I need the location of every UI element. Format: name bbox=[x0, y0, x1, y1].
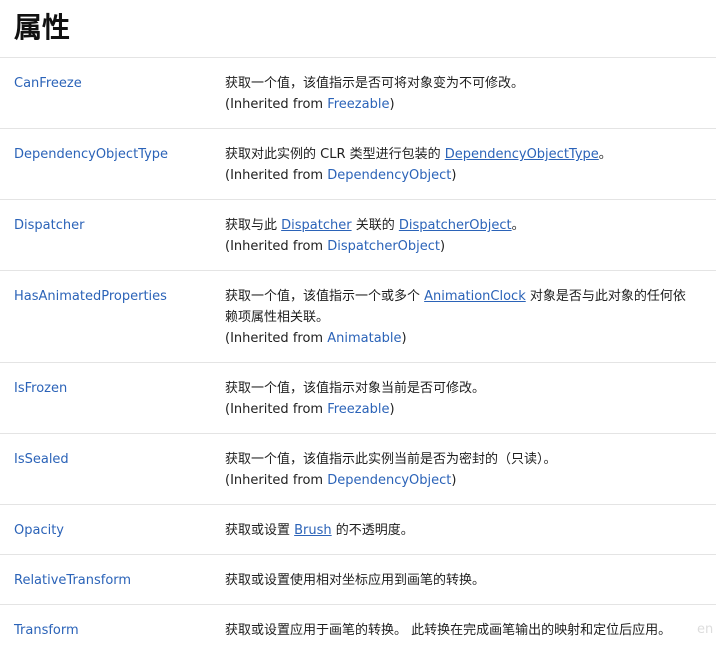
description-text: 获取或设置应用于画笔的转换。 此转换在完成画笔输出的映射和定位后应用。 bbox=[225, 623, 672, 638]
description-text: 获取或设置使用相对坐标应用到画笔的转换。 bbox=[225, 573, 486, 588]
property-link-dependencyobjecttype[interactable]: DependencyObjectType bbox=[14, 144, 168, 165]
description-text: 赖项属性相关联。 bbox=[225, 310, 330, 325]
table-row: IsSealed 获取一个值，该值指示此实例当前是否为密封的（只读）。 (Inh… bbox=[0, 433, 716, 504]
property-description: 获取一个值，该值指示此实例当前是否为密封的（只读）。 (Inherited fr… bbox=[225, 449, 715, 491]
inherited-line: (Inherited from DependencyObject) bbox=[225, 165, 715, 186]
property-link-relativetransform[interactable]: RelativeTransform bbox=[14, 570, 131, 591]
table-row: RelativeTransform 获取或设置使用相对坐标应用到画笔的转换。 bbox=[0, 554, 716, 604]
inherited-prefix: (Inherited from bbox=[225, 402, 328, 417]
table-row: DependencyObjectType 获取对此实例的 CLR 类型进行包装的… bbox=[0, 128, 716, 199]
property-link-transform[interactable]: Transform bbox=[14, 620, 79, 641]
table-row: Opacity 获取或设置 Brush 的不透明度。 bbox=[0, 504, 716, 554]
description-line: 获取一个值，该值指示对象当前是否可修改。 bbox=[225, 378, 715, 399]
property-link-canfreeze[interactable]: CanFreeze bbox=[14, 73, 82, 94]
inherited-suffix: ) bbox=[440, 239, 446, 254]
description-text: 获取与此 bbox=[225, 218, 282, 233]
property-description: 获取或设置应用于画笔的转换。 此转换在完成画笔输出的映射和定位后应用。 bbox=[225, 620, 715, 641]
description-line: 获取一个值，该值指示是否可将对象变为不可修改。 bbox=[225, 73, 715, 94]
description-text: 获取一个值，该值指示是否可将对象变为不可修改。 bbox=[225, 76, 525, 91]
property-description: 获取与此 Dispatcher 关联的 DispatcherObject。 (I… bbox=[225, 215, 715, 257]
property-description: 获取一个值，该值指示是否可将对象变为不可修改。 (Inherited from … bbox=[225, 73, 715, 115]
description-line: 获取与此 Dispatcher 关联的 DispatcherObject。 bbox=[225, 215, 715, 236]
inherited-suffix: ) bbox=[389, 402, 395, 417]
inherited-link-animatable[interactable]: Animatable bbox=[327, 331, 401, 346]
description-line: 获取或设置 Brush 的不透明度。 bbox=[225, 520, 715, 541]
inherited-prefix: (Inherited from bbox=[225, 239, 328, 254]
inherited-link-dependencyobject[interactable]: DependencyObject bbox=[327, 473, 451, 488]
properties-table: CanFreeze 获取一个值，该值指示是否可将对象变为不可修改。 (Inher… bbox=[0, 57, 716, 648]
inline-link-dispatcherobject[interactable]: DispatcherObject bbox=[399, 218, 512, 233]
inherited-link-freezable[interactable]: Freezable bbox=[327, 402, 389, 417]
description-text: 获取一个值，该值指示一个或多个 bbox=[225, 289, 425, 304]
description-text: 。 bbox=[598, 147, 612, 162]
inherited-link-dependencyobject[interactable]: DependencyObject bbox=[327, 168, 451, 183]
inherited-link-freezable[interactable]: Freezable bbox=[327, 97, 389, 112]
inline-link-animationclock[interactable]: AnimationClock bbox=[424, 289, 526, 304]
property-link-issealed[interactable]: IsSealed bbox=[14, 449, 69, 470]
table-row: Dispatcher 获取与此 Dispatcher 关联的 Dispatche… bbox=[0, 199, 716, 270]
description-line: 赖项属性相关联。 bbox=[225, 307, 715, 328]
table-row: HasAnimatedProperties 获取一个值，该值指示一个或多个 An… bbox=[0, 270, 716, 362]
inherited-line: (Inherited from Freezable) bbox=[225, 399, 715, 420]
table-row: IsFrozen 获取一个值，该值指示对象当前是否可修改。 (Inherited… bbox=[0, 362, 716, 433]
inline-link-dispatcher[interactable]: Dispatcher bbox=[281, 218, 351, 233]
inherited-link-dispatcherobject[interactable]: DispatcherObject bbox=[327, 239, 440, 254]
property-link-isfrozen[interactable]: IsFrozen bbox=[14, 378, 67, 399]
description-line: 获取一个值，该值指示一个或多个 AnimationClock 对象是否与此对象的… bbox=[225, 286, 715, 307]
inherited-line: (Inherited from Freezable) bbox=[225, 94, 715, 115]
description-text: 。 bbox=[511, 218, 525, 233]
inherited-suffix: ) bbox=[401, 331, 407, 346]
inherited-suffix: ) bbox=[451, 168, 457, 183]
description-text: 获取对此实例的 CLR 类型进行包装的 bbox=[225, 147, 445, 162]
description-text: 关联的 bbox=[351, 218, 399, 233]
description-line: 获取一个值，该值指示此实例当前是否为密封的（只读）。 bbox=[225, 449, 715, 470]
inline-link-brush[interactable]: Brush bbox=[294, 523, 332, 538]
inherited-suffix: ) bbox=[451, 473, 457, 488]
inherited-line: (Inherited from DependencyObject) bbox=[225, 470, 715, 491]
inherited-line: (Inherited from DispatcherObject) bbox=[225, 236, 715, 257]
property-description: 获取一个值，该值指示一个或多个 AnimationClock 对象是否与此对象的… bbox=[225, 286, 715, 349]
inherited-line: (Inherited from Animatable) bbox=[225, 328, 715, 349]
table-row: CanFreeze 获取一个值，该值指示是否可将对象变为不可修改。 (Inher… bbox=[0, 57, 716, 128]
property-link-hasanimatedproperties[interactable]: HasAnimatedProperties bbox=[14, 286, 167, 307]
property-description: 获取对此实例的 CLR 类型进行包装的 DependencyObjectType… bbox=[225, 144, 715, 186]
inherited-prefix: (Inherited from bbox=[225, 331, 328, 346]
watermark-text: en bbox=[697, 622, 714, 637]
description-text: 获取一个值，该值指示对象当前是否可修改。 bbox=[225, 381, 486, 396]
property-link-dispatcher[interactable]: Dispatcher bbox=[14, 215, 84, 236]
description-line: 获取或设置使用相对坐标应用到画笔的转换。 bbox=[225, 570, 715, 591]
page-title: 属性 bbox=[14, 11, 71, 44]
table-row: Transform 获取或设置应用于画笔的转换。 此转换在完成画笔输出的映射和定… bbox=[0, 604, 716, 648]
inherited-suffix: ) bbox=[389, 97, 395, 112]
inherited-prefix: (Inherited from bbox=[225, 97, 328, 112]
description-text: 获取或设置 bbox=[225, 523, 295, 538]
description-line: 获取对此实例的 CLR 类型进行包装的 DependencyObjectType… bbox=[225, 144, 715, 165]
description-line: 获取或设置应用于画笔的转换。 此转换在完成画笔输出的映射和定位后应用。 bbox=[225, 620, 715, 641]
property-description: 获取或设置使用相对坐标应用到画笔的转换。 bbox=[225, 570, 715, 591]
property-link-opacity[interactable]: Opacity bbox=[14, 520, 64, 541]
description-text: 的不透明度。 bbox=[331, 523, 414, 538]
inline-link-dependencyobjecttype[interactable]: DependencyObjectType bbox=[445, 147, 599, 162]
inherited-prefix: (Inherited from bbox=[225, 473, 328, 488]
property-description: 获取或设置 Brush 的不透明度。 bbox=[225, 520, 715, 541]
property-description: 获取一个值，该值指示对象当前是否可修改。 (Inherited from Fre… bbox=[225, 378, 715, 420]
description-text: 对象是否与此对象的任何依 bbox=[525, 289, 686, 304]
inherited-prefix: (Inherited from bbox=[225, 168, 328, 183]
description-text: 获取一个值，该值指示此实例当前是否为密封的（只读）。 bbox=[225, 452, 557, 467]
